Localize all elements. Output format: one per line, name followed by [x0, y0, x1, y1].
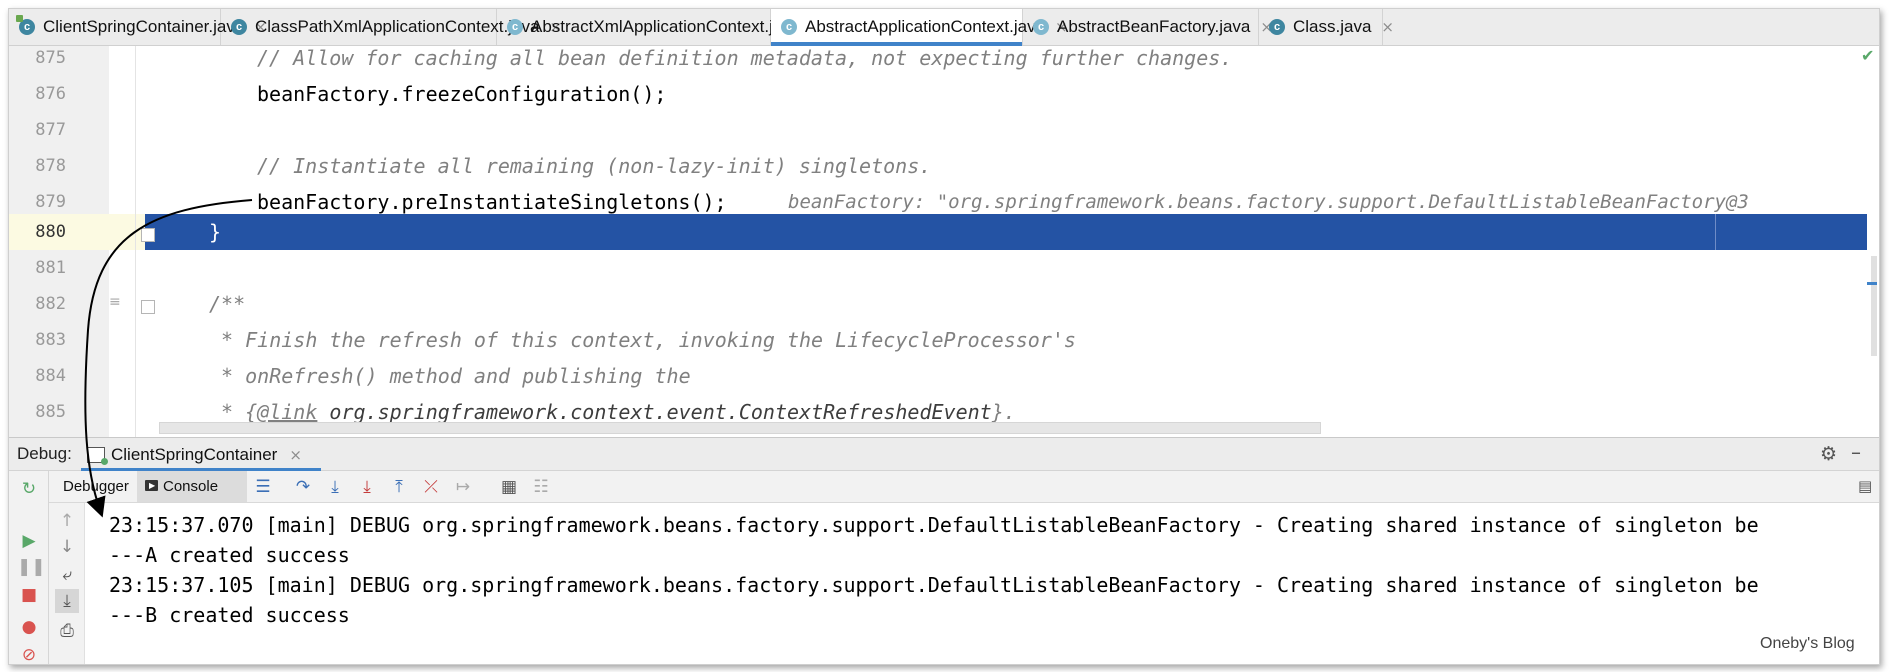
run-to-cursor-icon[interactable]: ↦ [453, 477, 473, 497]
code-editor[interactable]: 875 876 877 878 879 880 881 882 883 884 … [9, 46, 1879, 437]
debug-session-tab[interactable]: ClientSpringContainer × [81, 438, 321, 472]
line-number: 875 [35, 48, 66, 68]
layout-settings-icon[interactable]: ▤ [1858, 477, 1872, 495]
fold-end-icon[interactable] [141, 228, 155, 242]
step-out-icon[interactable]: ⤒ [389, 477, 409, 497]
tab-classpath-xml-application-context[interactable]: c ClassPathXmlApplicationContext.java × [221, 9, 562, 45]
horizontal-scrollbar[interactable] [159, 422, 1321, 434]
class-icon: c [231, 18, 249, 36]
line-number: 877 [35, 120, 66, 140]
tab-class[interactable]: c Class.java × [1259, 9, 1394, 45]
debug-tool-window-header: Debug: ClientSpringContainer × ⚙ – [9, 437, 1879, 472]
tab-abstract-application-context[interactable]: c AbstractApplicationContext.java × [771, 9, 1068, 46]
vertical-scrollbar[interactable] [1871, 256, 1877, 356]
scroll-to-end-icon[interactable]: ⤓ [55, 589, 79, 613]
line-number: 883 [35, 330, 66, 350]
trace-icon[interactable]: ☷ [531, 477, 551, 497]
view-breakpoints-icon[interactable]: ● [17, 615, 41, 639]
soft-wrap-icon[interactable]: ⤶ [55, 563, 79, 587]
tab-label: Class.java [1293, 17, 1372, 36]
tab-console[interactable]: ▶ Console [137, 471, 247, 502]
blog-watermark: Oneby's Blog [1760, 635, 1855, 652]
line-number: 881 [35, 258, 66, 278]
run-config-icon [87, 447, 108, 465]
menu-icon[interactable]: ☰ [253, 477, 273, 497]
close-icon[interactable]: × [1381, 18, 1394, 36]
up-arrow-icon[interactable]: ↑ [55, 509, 79, 533]
inline-debug-value[interactable]: beanFactory: "org.springframework.beans.… [788, 184, 1749, 220]
mute-breakpoints-icon[interactable]: ⊘ [17, 643, 41, 664]
tab-abstract-bean-factory[interactable]: c AbstractBeanFactory.java × [1023, 9, 1273, 45]
tab-abstract-xml-application-context[interactable]: c AbstractXmlApplicationContext.java × [497, 9, 823, 45]
line-number: 876 [35, 84, 66, 104]
step-over-icon[interactable]: ↷ [293, 477, 313, 497]
gear-icon[interactable]: ⚙ [1820, 443, 1837, 465]
line-number: 884 [35, 366, 66, 386]
abstract-class-icon: c [781, 18, 799, 36]
debug-label: Debug: [17, 444, 72, 463]
doc-link-tag[interactable]: @link [257, 400, 317, 424]
code-line-878: // Instantiate all remaining (non-lazy-i… [257, 154, 932, 178]
debug-toolbar: Debugger ▶ Console ☰ ↷ ⤓ ⤓ ⤒ ⤫ ↦ ▦ ☷ ▤ [49, 471, 1879, 503]
ide-window: c ClientSpringContainer.java × c ClassPa… [8, 8, 1880, 665]
drop-frame-icon[interactable]: ⤫ [421, 477, 441, 497]
line-number: 885 [35, 402, 66, 422]
console-output[interactable]: 23:15:37.070 [main] DEBUG org.springfram… [87, 503, 1879, 664]
pause-icon[interactable]: ❚❚ [17, 555, 46, 579]
tab-label: AbstractXmlApplicationContext.java [531, 17, 801, 36]
class-icon: c [1269, 18, 1287, 36]
tab-debugger[interactable]: Debugger [59, 471, 133, 502]
editor-tab-bar: c ClientSpringContainer.java × c ClassPa… [9, 9, 1879, 46]
inspection-ok-icon[interactable]: ✔ [1861, 46, 1874, 65]
debug-side-toolbar: ↻ ▶ ❚❚ ■ ● ⊘ [9, 471, 49, 664]
tab-label: AbstractBeanFactory.java [1057, 17, 1251, 36]
tab-label: AbstractApplicationContext.java [805, 17, 1046, 36]
code-line-883: * Finish the refresh of this context, in… [209, 328, 1076, 352]
code-line-884: * onRefresh() method and publishing the [209, 364, 691, 388]
console-side-toolbar: ↑ ↓ ⤶ ⤓ ⎙ [49, 503, 85, 664]
code-line-875: // Allow for caching all bean definition… [257, 46, 1233, 70]
doc-suffix: }. [991, 400, 1016, 424]
console-line: 23:15:37.070 [main] DEBUG org.springfram… [109, 513, 1759, 537]
minimize-icon[interactable]: – [1851, 440, 1861, 464]
doc-link-reference[interactable]: org.springframework.context.event.Contex… [317, 400, 991, 424]
fold-start-icon[interactable] [141, 300, 155, 314]
down-arrow-icon[interactable]: ↓ [55, 535, 79, 559]
rerun-icon[interactable]: ↻ [17, 477, 41, 501]
class-icon: c [16, 15, 37, 36]
code-line-882: /** [209, 292, 246, 316]
tab-console-label: Console [163, 478, 219, 495]
doc-prefix: * { [209, 400, 258, 424]
abstract-class-icon: c [507, 18, 525, 36]
tab-label: ClientSpringContainer.java [43, 17, 245, 36]
line-number: 882 [35, 294, 66, 314]
gutter-separator [135, 46, 136, 437]
step-into-icon[interactable]: ⤓ [325, 477, 345, 497]
console-line: 23:15:37.105 [main] DEBUG org.springfram… [109, 573, 1759, 597]
force-step-into-icon[interactable]: ⤓ [357, 477, 377, 497]
line-number: 878 [35, 156, 66, 176]
line-number-current: 880 [35, 222, 66, 242]
close-icon[interactable]: × [289, 446, 302, 464]
error-stripe-marker[interactable] [1867, 282, 1877, 285]
stop-icon[interactable]: ■ [17, 583, 41, 607]
print-icon[interactable]: ⎙ [55, 619, 79, 643]
evaluate-expression-icon[interactable]: ▦ [499, 477, 519, 497]
doc-render-icon[interactable]: ≡ [109, 294, 121, 310]
debug-session-label: ClientSpringContainer [111, 445, 278, 464]
tab-client-spring-container[interactable]: c ClientSpringContainer.java × [9, 9, 267, 45]
resume-icon[interactable]: ▶ [17, 529, 41, 553]
console-line: ---B created success [109, 603, 350, 627]
abstract-class-icon: c [1033, 18, 1051, 36]
code-line-876: beanFactory.freezeConfiguration(); [257, 82, 667, 106]
code-line-879: beanFactory.preInstantiateSingletons(); [257, 190, 727, 214]
code-line-880: } [209, 220, 222, 244]
